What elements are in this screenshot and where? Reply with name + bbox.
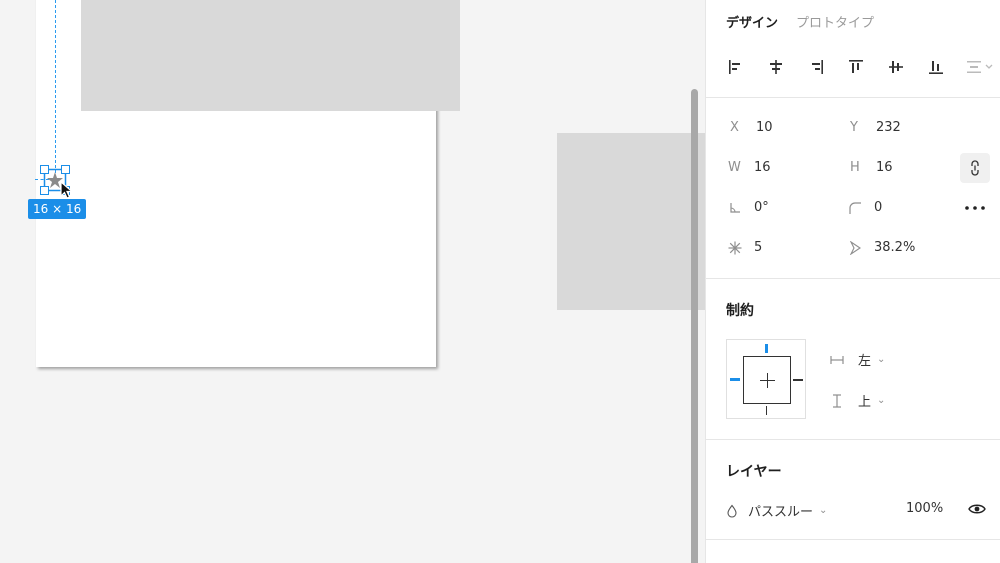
align-left-icon: [729, 60, 740, 74]
link-icon: [971, 160, 979, 176]
horizontal-constraint-icon: [830, 355, 844, 364]
chevron-down-icon: ⌄: [877, 354, 886, 365]
align-bottom-button[interactable]: [926, 56, 946, 78]
constraint-widget[interactable]: [726, 339, 806, 419]
align-top-button[interactable]: [846, 56, 866, 78]
align-horizontal-center-icon: [770, 60, 782, 74]
distribute-button[interactable]: [966, 56, 996, 78]
more-icon: [965, 206, 985, 210]
y-field[interactable]: Y 232: [850, 120, 901, 135]
corner-radius-icon: [849, 201, 861, 214]
constraint-bottom[interactable]: [766, 406, 767, 415]
vertical-constraint-dropdown[interactable]: 上 ⌄: [830, 391, 885, 410]
divider: [706, 439, 1000, 440]
rotation-icon: [730, 202, 740, 213]
divider: [706, 97, 1000, 98]
distribute-icon: [967, 61, 993, 73]
constrain-proportions-button[interactable]: [960, 153, 990, 183]
layer-title: レイヤー: [726, 464, 782, 480]
w-label: W: [728, 160, 741, 175]
height-field[interactable]: H 16: [850, 160, 893, 175]
constraint-top[interactable]: [765, 344, 768, 353]
canvas[interactable]: 16 × 16: [0, 0, 705, 563]
align-right-icon: [812, 60, 823, 74]
tab-prototype[interactable]: プロトタイプ: [796, 12, 874, 31]
w-value[interactable]: 16: [754, 160, 771, 175]
rectangle-layer-outside[interactable]: [557, 133, 705, 310]
design-panel: デザイン プロトタイプ X 10 Y 232 W 16 H 16 0° 0 5 …: [705, 0, 1000, 563]
constraint-right[interactable]: [793, 379, 803, 381]
chevron-down-icon: ⌄: [877, 395, 886, 406]
star-points-icon: [728, 241, 742, 254]
width-field[interactable]: W 16: [728, 160, 771, 175]
more-options-button[interactable]: [963, 198, 987, 218]
canvas-scrollbar[interactable]: [691, 89, 698, 563]
panel-tabs: デザイン プロトタイプ: [726, 12, 874, 31]
rectangle-layer[interactable]: [81, 0, 460, 111]
resize-handle-bl[interactable]: [40, 186, 49, 195]
star-ratio-value[interactable]: 38.2%: [874, 240, 915, 255]
constraints-title: 制約: [726, 303, 754, 319]
align-horizontal-center-button[interactable]: [766, 56, 786, 78]
vertical-constraint-value: 上: [858, 395, 872, 410]
x-field[interactable]: X 10: [730, 120, 773, 135]
x-value[interactable]: 10: [756, 120, 773, 135]
blend-mode-value: パススルー: [748, 505, 814, 520]
star-points-value[interactable]: 5: [754, 240, 762, 255]
star-ratio-field[interactable]: 38.2%: [848, 240, 915, 255]
y-label: Y: [850, 120, 858, 135]
divider: [706, 278, 1000, 279]
size-badge: 16 × 16: [28, 199, 87, 219]
measurement-guide-vertical: [55, 0, 56, 178]
tab-design[interactable]: デザイン: [726, 12, 778, 31]
layer-row: パススルー ⌄ 100%: [726, 499, 991, 521]
cursor-arrow-icon: [60, 181, 74, 199]
eye-icon[interactable]: [968, 503, 986, 515]
layer-opacity-value[interactable]: 100%: [906, 501, 943, 516]
align-bottom-icon: [929, 61, 943, 74]
frame[interactable]: [36, 0, 460, 367]
horizontal-constraint-value: 左: [858, 354, 872, 369]
resize-handle-tl[interactable]: [40, 165, 49, 174]
star-ratio-icon: [849, 240, 861, 255]
h-value[interactable]: 16: [876, 160, 893, 175]
rotation-field[interactable]: 0°: [728, 200, 769, 215]
rotation-value[interactable]: 0°: [754, 200, 769, 215]
y-value[interactable]: 232: [876, 120, 901, 135]
drop-icon: [727, 504, 737, 518]
constraint-center-box: [743, 356, 791, 404]
align-right-button[interactable]: [806, 56, 826, 78]
blend-mode-dropdown[interactable]: パススルー ⌄: [726, 501, 827, 520]
horizontal-constraint-dropdown[interactable]: 左 ⌄: [830, 350, 885, 369]
h-label: H: [850, 160, 860, 175]
align-vertical-center-icon: [889, 61, 903, 73]
align-vertical-center-button[interactable]: [886, 56, 906, 78]
corner-radius-field[interactable]: 0: [848, 200, 882, 215]
star-points-field[interactable]: 5: [728, 240, 762, 255]
vertical-constraint-icon: [833, 393, 841, 408]
align-top-icon: [849, 60, 863, 73]
chevron-down-icon: ⌄: [819, 505, 828, 516]
x-label: X: [730, 120, 739, 135]
constraint-left[interactable]: [730, 378, 740, 381]
align-left-button[interactable]: [726, 56, 746, 78]
resize-handle-tr[interactable]: [61, 165, 70, 174]
corner-radius-value[interactable]: 0: [874, 200, 882, 215]
constraint-center-v[interactable]: [767, 373, 768, 388]
divider: [706, 539, 1000, 540]
alignment-toolbar: [726, 56, 996, 78]
